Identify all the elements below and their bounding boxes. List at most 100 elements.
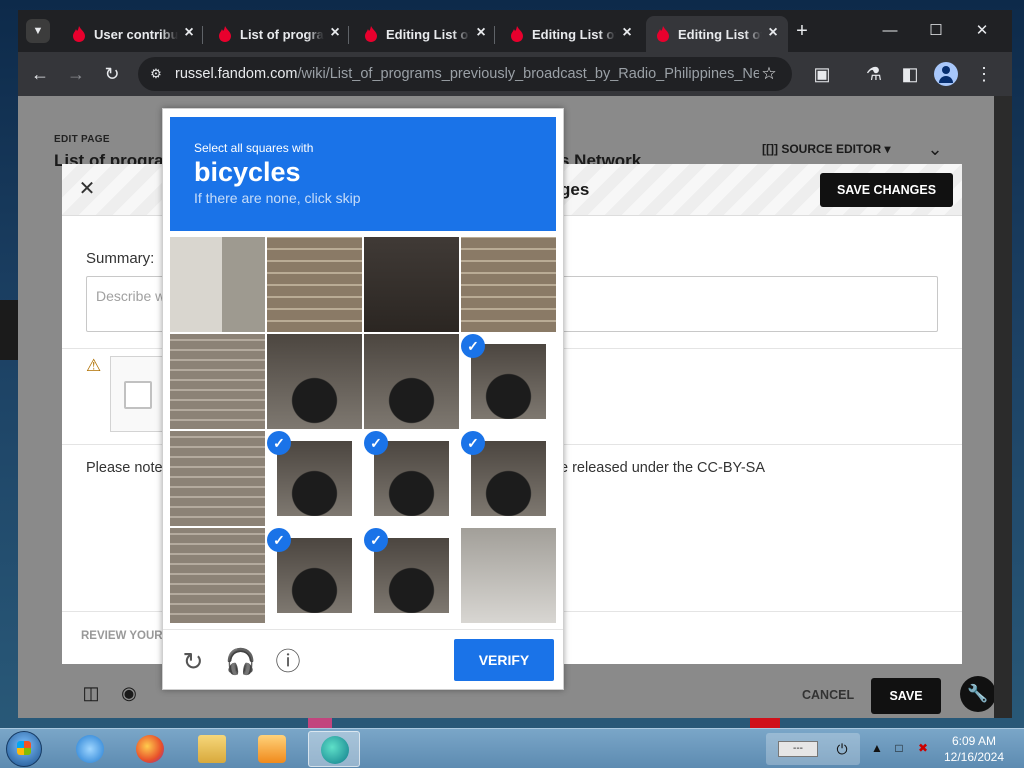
network-icon[interactable]: □ — [890, 739, 908, 757]
new-tab-button[interactable]: + — [790, 19, 814, 43]
tile-image — [461, 237, 556, 332]
selected-check-icon: ✓ — [461, 334, 485, 358]
start-button[interactable] — [6, 731, 42, 767]
tile-image — [170, 237, 265, 332]
tab-search-button[interactable]: ▼ — [26, 19, 50, 43]
tab-close-icon[interactable]: × — [326, 24, 344, 42]
close-window-button[interactable]: ✕ — [962, 18, 1002, 44]
bookmark-star-icon[interactable]: ☆ — [758, 63, 780, 85]
preview-eye-icon[interactable]: ◉ — [118, 682, 140, 704]
reload-challenge-icon[interactable]: ↻ — [178, 647, 208, 677]
warning-icon: ⚠ — [86, 356, 102, 375]
source-editor-toggle[interactable]: [[]] SOURCE EDITOR ▾ — [762, 142, 890, 156]
taskbar-explorer[interactable] — [186, 731, 238, 767]
summary-label: Summary: — [86, 250, 155, 267]
captcha-tile[interactable]: ✓ — [461, 528, 556, 623]
audio-challenge-icon[interactable]: 🎧 — [225, 647, 256, 677]
profile-avatar[interactable] — [934, 62, 958, 86]
folder-icon — [198, 735, 226, 763]
captcha-tile[interactable]: ✓ — [364, 334, 459, 429]
captcha-tile[interactable]: ✓ — [461, 334, 556, 429]
tray-language[interactable]: --- ⏻ — [766, 733, 860, 765]
not-a-robot-checkbox[interactable] — [124, 381, 152, 409]
browser-menu-icon[interactable]: ⋮ — [970, 60, 998, 88]
desktop-accent — [308, 718, 332, 728]
taskbar-internet-explorer[interactable] — [64, 731, 116, 767]
side-panel-icon[interactable]: ◧ — [896, 60, 924, 88]
fandom-flame-icon — [219, 26, 231, 42]
close-icon[interactable]: ✕ — [76, 178, 98, 200]
challenge-instruction: Select all squares with — [194, 141, 314, 155]
address-bar[interactable]: ⚙ russel.fandom.com/wiki/List_of_program… — [138, 57, 792, 91]
tile-image — [170, 334, 265, 429]
tab-4[interactable]: Editing List of × — [500, 16, 642, 52]
save-changes-button[interactable]: SAVE CHANGES — [820, 173, 953, 207]
captcha-tile[interactable]: ✓ — [267, 334, 362, 429]
captcha-checkbox-widget — [110, 356, 170, 432]
tab-close-icon[interactable]: × — [472, 24, 490, 42]
url-host: russel.fandom.com — [175, 66, 298, 82]
tab-label: User contributions — [94, 27, 178, 42]
tab-label: List of programs — [240, 27, 324, 42]
verify-button[interactable]: VERIFY — [454, 639, 554, 681]
fandom-flame-icon — [73, 26, 85, 42]
clock-date: 12/16/2024 — [943, 750, 1005, 764]
tab-label: Editing List of — [386, 27, 470, 42]
cancel-button[interactable]: CANCEL — [802, 688, 854, 702]
tab-1[interactable]: User contributions× — [62, 16, 204, 52]
forward-button[interactable]: → — [62, 60, 90, 88]
review-changes-link[interactable]: REVIEW YOUR — [81, 630, 163, 642]
tab-2[interactable]: List of programs× — [208, 16, 350, 52]
wrench-icon[interactable]: 🔧 — [960, 676, 994, 712]
back-button[interactable]: ← — [26, 60, 54, 88]
save-button[interactable]: SAVE — [871, 678, 941, 714]
tab-separator — [202, 26, 203, 44]
labs-flask-icon[interactable]: ⚗ — [860, 60, 888, 88]
show-hidden-icons[interactable]: ▲ — [868, 739, 886, 757]
taskbar-media-player[interactable] — [246, 731, 298, 767]
image-grid: ✓✓✓✓✓✓✓✓✓✓✓✓✓✓✓✓ — [170, 237, 556, 623]
maximize-button[interactable]: ☐ — [916, 18, 956, 44]
edge-icon — [321, 736, 349, 764]
tab-close-icon[interactable]: × — [618, 24, 636, 42]
info-icon[interactable]: ⓘ — [273, 647, 303, 677]
address-url[interactable]: russel.fandom.com/wiki/List_of_programs_… — [175, 66, 759, 82]
captcha-tile[interactable]: ✓ — [461, 237, 556, 332]
tab-5[interactable]: Editing List of × — [646, 16, 788, 52]
captcha-tile[interactable]: ✓ — [170, 237, 265, 332]
taskbar-firefox[interactable] — [124, 731, 176, 767]
tab-strip: ▼ User contributions×List of programs×Ed… — [18, 10, 1012, 52]
tab-separator — [348, 26, 349, 44]
captcha-tile[interactable]: ✓ — [267, 237, 362, 332]
captcha-tile[interactable]: ✓ — [170, 431, 265, 526]
site-info-icon[interactable]: ⚙ — [146, 64, 166, 84]
captcha-tile[interactable]: ✓ — [364, 431, 459, 526]
extensions-icon[interactable]: ▣ — [808, 60, 836, 88]
minimize-button[interactable]: — — [870, 18, 910, 44]
chevron-down-icon[interactable]: ⌄ — [922, 136, 948, 162]
diff-icon[interactable]: ◫ — [80, 682, 102, 704]
system-clock[interactable]: 6:09 AM 12/16/2024 — [938, 733, 1010, 765]
tile-image — [170, 528, 265, 623]
reload-button[interactable]: ↻ — [98, 60, 126, 88]
recaptcha-challenge: Select all squares with bicycles If ther… — [162, 108, 564, 690]
captcha-tile[interactable]: ✓ — [364, 237, 459, 332]
challenge-hint: If there are none, click skip — [194, 190, 361, 206]
captcha-tile[interactable]: ✓ — [267, 431, 362, 526]
tab-close-icon[interactable]: × — [764, 24, 782, 42]
fandom-flame-icon — [365, 26, 377, 42]
captcha-tile[interactable]: ✓ — [461, 431, 556, 526]
tab-separator — [494, 26, 495, 44]
dialog-title: ges — [560, 180, 590, 199]
taskbar-edge[interactable] — [308, 731, 360, 767]
captcha-tile[interactable]: ✓ — [170, 528, 265, 623]
captcha-tile[interactable]: ✓ — [170, 334, 265, 429]
captcha-tile[interactable]: ✓ — [267, 528, 362, 623]
tab-3[interactable]: Editing List of × — [354, 16, 496, 52]
captcha-tile[interactable]: ✓ — [364, 528, 459, 623]
fandom-flame-icon — [511, 26, 523, 42]
page-scrollbar[interactable] — [994, 96, 1012, 718]
volume-muted-icon[interactable]: ✖ — [914, 739, 932, 757]
tab-close-icon[interactable]: × — [180, 24, 198, 42]
tab-label: Editing List of — [678, 27, 762, 42]
